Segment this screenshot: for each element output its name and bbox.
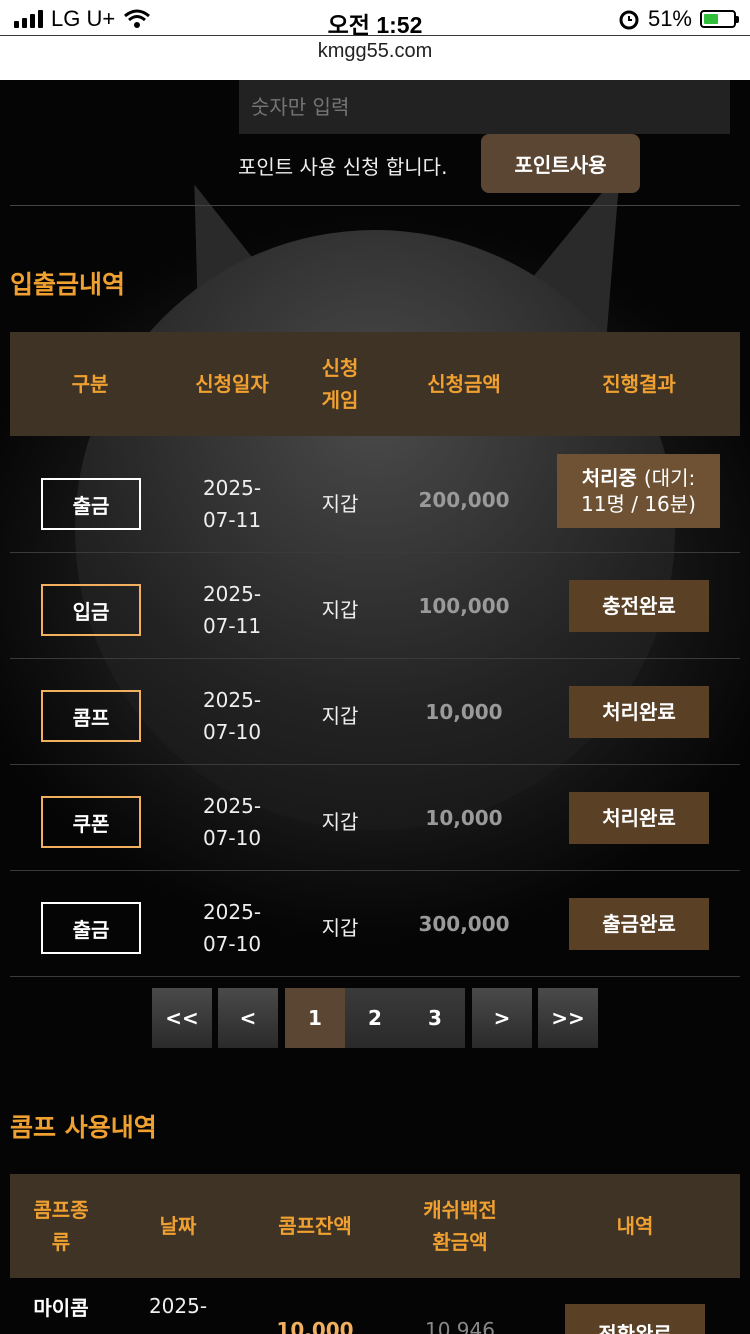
divider [10,205,740,206]
col-amount: 신청금액 [427,372,501,396]
status-badge: 처리완료 [569,792,709,844]
type-badge: 콤프 [41,690,141,742]
status-badge: 처리중 (대기: 11명 / 16분) [557,454,720,528]
col-type: 구분 [71,372,109,396]
prev-page-button[interactable]: < [218,988,278,1048]
row-date: 2025- 07-10 [202,688,262,744]
status-main: 처리중 [581,466,637,490]
type-badge: 출금 [41,478,141,530]
col-result: 진행결과 [602,372,676,396]
alarm-icon [619,10,639,30]
row-game: 지갑 [321,492,359,516]
col-cashback: 캐쉬백전 환금액 [423,1198,497,1254]
status-badge: 출금완료 [569,898,709,950]
table-row: 콤프 2025- 07-10 지갑 10,000 처리완료 [10,659,740,765]
use-point-button[interactable]: 포인트사용 [481,134,640,193]
status-badge: 처리완료 [569,686,709,738]
row-game: 지갑 [321,598,359,622]
row-comp-kind: 마이콤 [33,1296,89,1320]
battery-icon [700,10,739,28]
col-comp-balance: 콤프잔액 [278,1214,352,1238]
row-amount: 10,000 [425,700,503,724]
battery-percent: 51% [647,6,692,31]
table-row: 쿠폰 2025- 07-10 지갑 10,000 처리완료 [10,765,740,871]
page-button-1[interactable]: 1 [285,988,345,1048]
col-comp-date: 날짜 [159,1214,197,1238]
status-right: 51% [618,6,739,32]
pagination: << < 1 2 3 > >> [0,988,750,1048]
row-game: 지갑 [321,916,359,940]
table-row: 출금 2025- 07-11 지갑 200,000 처리중 (대기: 11명 /… [10,447,740,553]
row-date: 2025- 07-11 [202,476,262,532]
row-comp-balance: 10,000 [276,1318,354,1334]
status-bar: LG U+ 오전 1:52 51% kmgg55.com [0,0,750,80]
url-bar[interactable]: kmgg55.com [0,40,750,63]
col-date: 신청일자 [195,372,269,396]
col-comp-kind: 콤프종 류 [33,1198,89,1254]
table-row: 마이콤 2025- 10,000 10,946 전환완료 [10,1278,740,1334]
row-date: 2025- 07-11 [202,582,262,638]
row-comp-date: 2025- [148,1294,208,1318]
row-game: 지갑 [321,810,359,834]
page-button-2[interactable]: 2 [345,988,405,1048]
type-badge: 쿠폰 [41,796,141,848]
type-badge: 출금 [41,902,141,954]
type-badge: 입금 [41,584,141,636]
status-badge: 전환완료 [565,1304,705,1334]
row-game: 지갑 [321,704,359,728]
row-amount: 10,000 [425,806,503,830]
history-title: 입출금내역 [10,270,126,299]
table-row: 입금 2025- 07-11 지갑 100,000 충전완료 [10,553,740,659]
row-date: 2025- 07-10 [202,900,262,956]
comp-table-header: 콤프종 류 날짜 콤프잔액 캐쉬백전 환금액 내역 [10,1174,740,1278]
row-date: 2025- 07-10 [202,794,262,850]
point-request-label: 포인트 사용 신청 합니다. [238,155,448,179]
col-detail: 내역 [616,1214,654,1238]
row-cashback: 10,946 [425,1318,495,1334]
history-table-header: 구분 신청일자 신청 게임 신청금액 진행결과 [10,332,740,436]
first-page-button[interactable]: << [152,988,212,1048]
last-page-button[interactable]: >> [538,988,598,1048]
page-button-3[interactable]: 3 [405,988,465,1048]
comp-title: 콤프 사용내역 [10,1113,157,1142]
table-row: 출금 2025- 07-10 지갑 300,000 출금완료 [10,871,740,977]
col-game: 신청 게임 [321,356,359,412]
row-amount: 200,000 [418,488,510,512]
row-amount: 100,000 [418,594,510,618]
next-page-button[interactable]: > [472,988,532,1048]
point-amount-input[interactable] [239,80,730,134]
row-amount: 300,000 [418,912,510,936]
status-badge: 충전완료 [569,580,709,632]
